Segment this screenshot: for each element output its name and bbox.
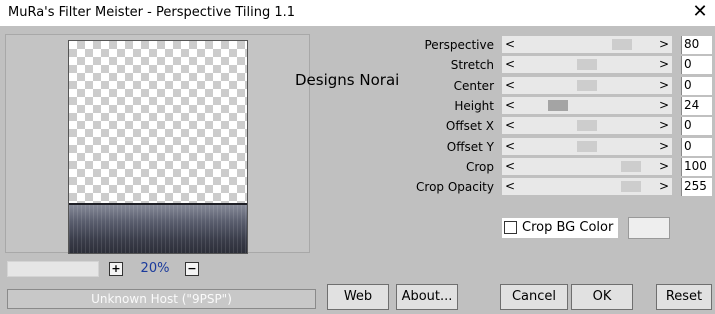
slider-label-height: Height bbox=[454, 99, 494, 113]
slider-track-stretch[interactable]: < > bbox=[502, 56, 672, 73]
slider-track-height[interactable]: < > bbox=[502, 97, 672, 114]
crop-bg-color-checkbox[interactable]: Crop BG Color bbox=[502, 218, 618, 238]
slider-value-height[interactable]: 24 bbox=[681, 97, 712, 115]
slider-increment-perspective[interactable]: > bbox=[656, 36, 672, 53]
slider-thumb-offset-y[interactable] bbox=[577, 141, 597, 152]
zoom-in-button[interactable]: + bbox=[109, 262, 123, 276]
slider-value-center[interactable]: 0 bbox=[681, 77, 712, 95]
slider-track-perspective[interactable]: < > bbox=[502, 36, 672, 53]
slider-increment-center[interactable]: > bbox=[656, 77, 672, 94]
slider-track-crop-opacity[interactable]: < > bbox=[502, 178, 672, 195]
slider-value-offset-y[interactable]: 0 bbox=[681, 138, 712, 156]
slider-label-crop: Crop bbox=[465, 160, 494, 174]
slider-increment-height[interactable]: > bbox=[656, 97, 672, 114]
slider-thumb-center[interactable] bbox=[577, 80, 597, 91]
title-bar: MuRa's Filter Meister - Perspective Tili… bbox=[0, 0, 715, 26]
slider-thumb-crop[interactable] bbox=[621, 161, 641, 172]
slider-increment-offset-x[interactable]: > bbox=[656, 117, 672, 134]
slider-thumb-offset-x[interactable] bbox=[577, 120, 597, 131]
slider-value-crop-opacity[interactable]: 255 bbox=[681, 178, 712, 196]
horizon-line bbox=[69, 203, 247, 205]
slider-label-offset-x: Offset X bbox=[445, 119, 494, 133]
slider-decrement-perspective[interactable]: < bbox=[502, 36, 518, 53]
slider-thumb-height[interactable] bbox=[548, 100, 568, 111]
slider-label-perspective: Perspective bbox=[424, 38, 495, 52]
host-info-field: Unknown Host ("9PSP") bbox=[7, 289, 316, 309]
slider-thumb-crop-opacity[interactable] bbox=[621, 181, 641, 192]
ok-button[interactable]: OK bbox=[571, 284, 633, 310]
slider-decrement-offset-x[interactable]: < bbox=[502, 117, 518, 134]
slider-value-stretch[interactable]: 0 bbox=[681, 56, 712, 74]
zoom-status-field bbox=[7, 261, 99, 277]
slider-value-crop[interactable]: 100 bbox=[681, 158, 712, 176]
slider-decrement-offset-y[interactable]: < bbox=[502, 138, 518, 155]
slider-decrement-height[interactable]: < bbox=[502, 97, 518, 114]
zoom-out-button[interactable]: − bbox=[185, 262, 199, 276]
slider-label-offset-y: Offset Y bbox=[446, 140, 494, 154]
slider-decrement-crop[interactable]: < bbox=[502, 158, 518, 175]
slider-increment-stretch[interactable]: > bbox=[656, 56, 672, 73]
transparency-checkerboard bbox=[69, 41, 247, 203]
about-button[interactable]: About... bbox=[396, 284, 458, 310]
slider-decrement-crop-opacity[interactable]: < bbox=[502, 178, 518, 195]
slider-increment-offset-y[interactable]: > bbox=[656, 138, 672, 155]
checkbox-box[interactable] bbox=[504, 221, 517, 234]
slider-increment-crop[interactable]: > bbox=[656, 158, 672, 175]
crop-bg-color-label: Crop BG Color bbox=[522, 220, 614, 235]
close-button[interactable]: ✕ bbox=[685, 0, 715, 26]
preview-canvas[interactable] bbox=[68, 40, 248, 254]
slider-decrement-center[interactable]: < bbox=[502, 77, 518, 94]
slider-track-offset-x[interactable]: < > bbox=[502, 117, 672, 134]
slider-label-crop-opacity: Crop Opacity bbox=[416, 180, 494, 194]
slider-label-stretch: Stretch bbox=[450, 58, 494, 72]
reset-button[interactable]: Reset bbox=[656, 284, 712, 310]
perspective-floor-preview bbox=[69, 203, 247, 253]
crop-bg-color-swatch[interactable] bbox=[628, 217, 670, 239]
window-title: MuRa's Filter Meister - Perspective Tili… bbox=[8, 5, 296, 20]
slider-thumb-stretch[interactable] bbox=[577, 59, 597, 70]
slider-label-center: Center bbox=[453, 79, 494, 93]
web-button[interactable]: Web bbox=[327, 284, 389, 310]
slider-increment-crop-opacity[interactable]: > bbox=[656, 178, 672, 195]
zoom-level: 20% bbox=[140, 261, 170, 276]
slider-track-crop[interactable]: < > bbox=[502, 158, 672, 175]
slider-value-perspective[interactable]: 80 bbox=[681, 36, 712, 54]
slider-track-center[interactable]: < > bbox=[502, 77, 672, 94]
slider-track-offset-y[interactable]: < > bbox=[502, 138, 672, 155]
slider-decrement-stretch[interactable]: < bbox=[502, 56, 518, 73]
cancel-button[interactable]: Cancel bbox=[500, 284, 568, 310]
slider-thumb-perspective[interactable] bbox=[612, 39, 632, 50]
slider-value-offset-x[interactable]: 0 bbox=[681, 117, 712, 135]
